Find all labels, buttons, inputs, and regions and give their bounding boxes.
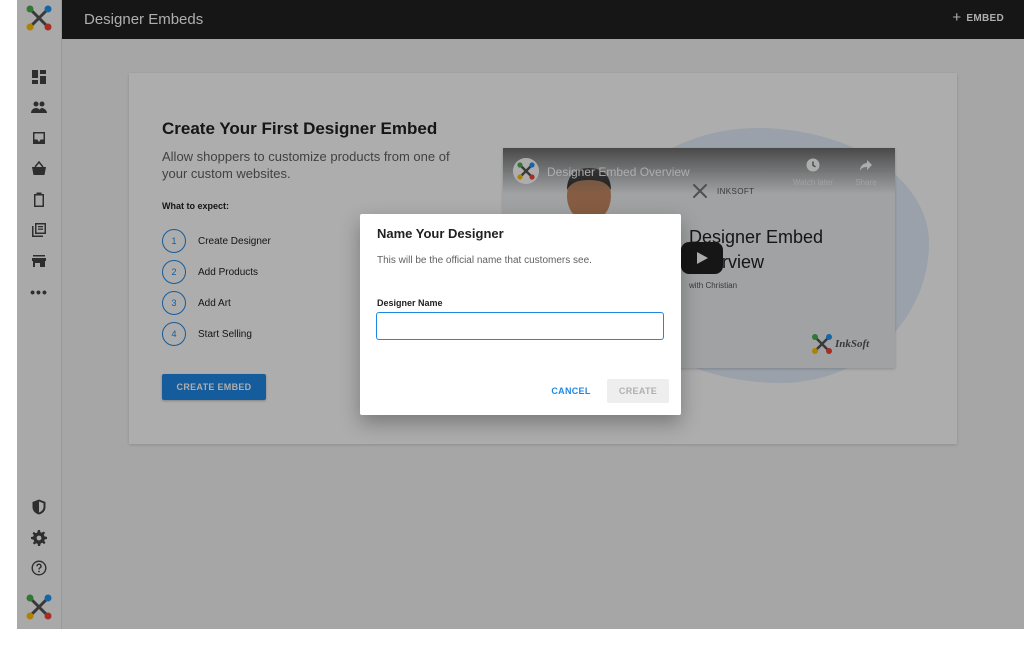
dialog-subtitle: This will be the official name that cust… xyxy=(377,255,592,266)
designer-name-label: Designer Name xyxy=(377,298,443,308)
app-root: ••• Designer Embeds + EMBED Create Your … xyxy=(17,0,1024,629)
designer-name-input[interactable] xyxy=(376,312,664,340)
cancel-button[interactable]: CANCEL xyxy=(543,379,599,403)
create-button[interactable]: CREATE xyxy=(607,379,669,403)
name-designer-dialog: Name Your Designer This will be the offi… xyxy=(360,214,681,415)
dialog-title: Name Your Designer xyxy=(377,226,504,241)
